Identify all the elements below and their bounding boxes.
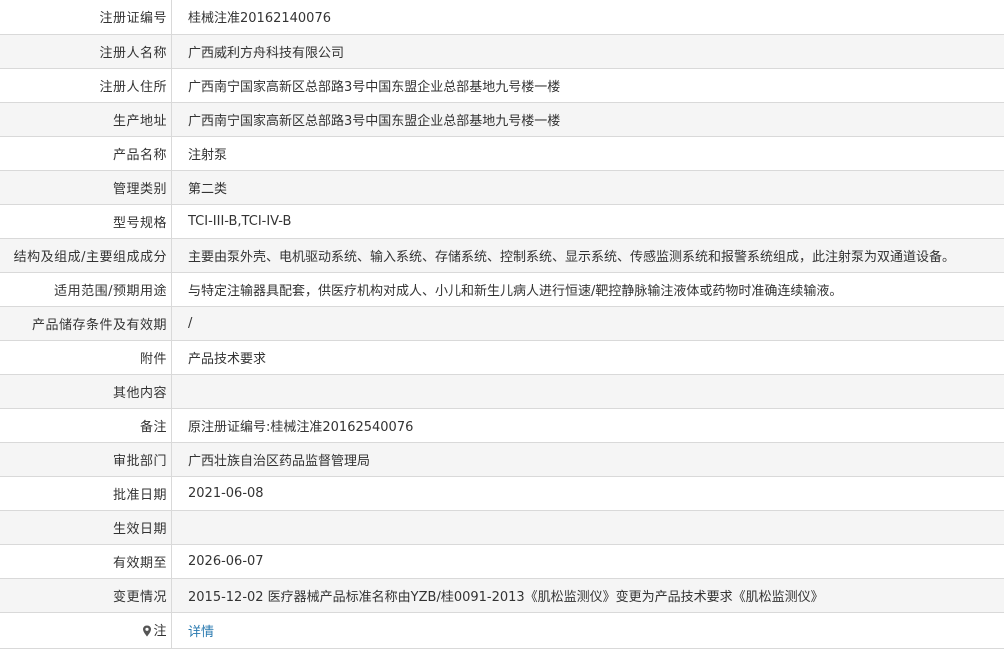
row-value: 2026-06-07: [171, 544, 1004, 579]
registration-record-table: 注册证编号 桂械注准20162140076 注册人名称 广西威利方舟科技有限公司…: [0, 0, 1004, 649]
table-row-structure-composition: 结构及组成/主要组成成分 主要由泵外壳、电机驱动系统、输入系统、存储系统、控制系…: [0, 238, 1004, 273]
row-label: 其他内容: [0, 374, 172, 409]
note-label: 注: [153, 623, 167, 639]
row-value: 广西威利方舟科技有限公司: [171, 34, 1004, 69]
table-row-product-name: 产品名称 注射泵: [0, 136, 1004, 171]
row-label: 批准日期: [0, 476, 172, 511]
row-value: 2015-12-02 医疗器械产品标准名称由YZB/桂0091-2013《肌松监…: [171, 578, 1004, 613]
row-label: 备注: [0, 408, 172, 443]
map-pin-icon: [142, 625, 152, 641]
row-label: 适用范围/预期用途: [0, 272, 172, 307]
row-label: 型号规格: [0, 204, 172, 239]
row-label: 有效期至: [0, 544, 172, 579]
table-row-other-content: 其他内容: [0, 374, 1004, 409]
table-row-attachment: 附件 产品技术要求: [0, 340, 1004, 375]
row-value: 广西南宁国家高新区总部路3号中国东盟企业总部基地九号楼一楼: [171, 68, 1004, 103]
row-value: 广西壮族自治区药品监督管理局: [171, 442, 1004, 477]
row-label: 变更情况: [0, 578, 172, 613]
table-row-registrant-address: 注册人住所 广西南宁国家高新区总部路3号中国东盟企业总部基地九号楼一楼: [0, 68, 1004, 103]
row-value: 主要由泵外壳、电机驱动系统、输入系统、存储系统、控制系统、显示系统、传感监测系统…: [171, 238, 1004, 273]
table-row-approval-date: 批准日期 2021-06-08: [0, 476, 1004, 511]
row-label: 附件: [0, 340, 172, 375]
row-value: 注射泵: [171, 136, 1004, 171]
table-row-effective-date: 生效日期: [0, 510, 1004, 545]
row-label: 管理类别: [0, 170, 172, 205]
row-label: 生产地址: [0, 102, 172, 137]
row-label: 审批部门: [0, 442, 172, 477]
table-row-approval-department: 审批部门 广西壮族自治区药品监督管理局: [0, 442, 1004, 477]
row-value: 产品技术要求: [171, 340, 1004, 375]
table-row-registrant-name: 注册人名称 广西威利方舟科技有限公司: [0, 34, 1004, 69]
row-label: 产品名称: [0, 136, 172, 171]
table-row-note: 注 详情: [0, 612, 1004, 649]
row-label: 注册人住所: [0, 68, 172, 103]
table-row-storage-validity: 产品储存条件及有效期 /: [0, 306, 1004, 341]
table-row-intended-use: 适用范围/预期用途 与特定注输器具配套，供医疗机构对成人、小儿和新生儿病人进行恒…: [0, 272, 1004, 307]
row-label: 结构及组成/主要组成成分: [0, 238, 172, 273]
row-value: [171, 510, 1004, 545]
row-label: 产品储存条件及有效期: [0, 306, 172, 341]
row-value: /: [171, 306, 1004, 341]
row-value-note: 详情: [171, 612, 1004, 649]
row-label: 注册人名称: [0, 34, 172, 69]
row-label: 注册证编号: [0, 0, 172, 35]
row-value: 桂械注准20162140076: [171, 0, 1004, 35]
row-label: 生效日期: [0, 510, 172, 545]
row-label-note: 注: [0, 612, 172, 649]
row-value: [171, 374, 1004, 409]
row-value: 原注册证编号:桂械注准20162540076: [171, 408, 1004, 443]
table-row-remarks: 备注 原注册证编号:桂械注准20162540076: [0, 408, 1004, 443]
table-row-registration-number: 注册证编号 桂械注准20162140076: [0, 0, 1004, 35]
table-row-model-spec: 型号规格 TCI-III-B,TCI-IV-B: [0, 204, 1004, 239]
row-value: 广西南宁国家高新区总部路3号中国东盟企业总部基地九号楼一楼: [171, 102, 1004, 137]
row-value: 第二类: [171, 170, 1004, 205]
row-value: TCI-III-B,TCI-IV-B: [171, 204, 1004, 239]
details-link[interactable]: 详情: [188, 625, 214, 640]
table-row-change-history: 变更情况 2015-12-02 医疗器械产品标准名称由YZB/桂0091-201…: [0, 578, 1004, 613]
table-row-valid-until: 有效期至 2026-06-07: [0, 544, 1004, 579]
table-row-production-address: 生产地址 广西南宁国家高新区总部路3号中国东盟企业总部基地九号楼一楼: [0, 102, 1004, 137]
row-value: 2021-06-08: [171, 476, 1004, 511]
table-row-management-category: 管理类别 第二类: [0, 170, 1004, 205]
row-value: 与特定注输器具配套，供医疗机构对成人、小儿和新生儿病人进行恒速/靶控静脉输注液体…: [171, 272, 1004, 307]
